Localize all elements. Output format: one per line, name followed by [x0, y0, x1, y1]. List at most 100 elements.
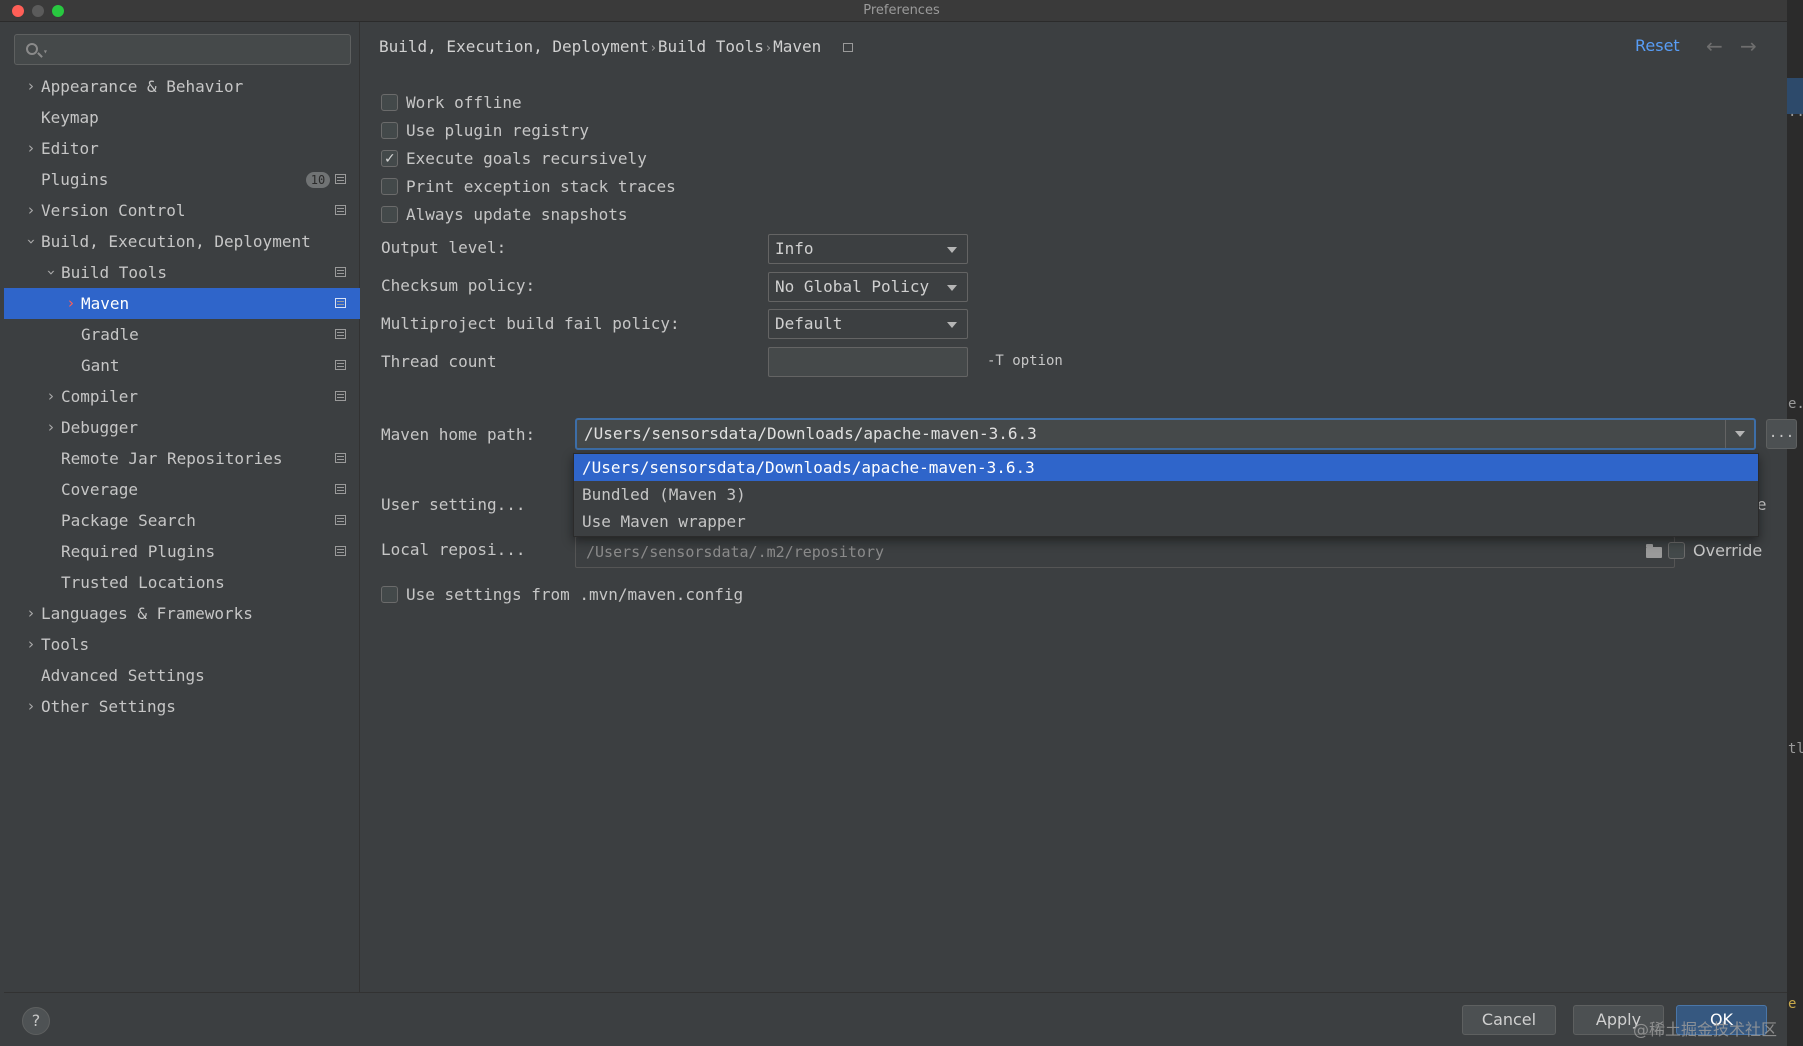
sidebar-item-advanced-settings[interactable]: Advanced Settings [4, 660, 360, 691]
maven-home-path-combobox[interactable]: /Users/sensorsdata/Downloads/apache-mave… [575, 418, 1756, 450]
checkbox-label: Use plugin registry [406, 121, 590, 140]
checksum-policy-value: No Global Policy [775, 277, 930, 296]
checkbox[interactable] [381, 178, 398, 195]
project-settings-icon [335, 360, 346, 370]
checkbox-checked[interactable] [381, 148, 398, 170]
sidebar-item-languages-frameworks[interactable]: › Languages & Frameworks [4, 598, 360, 629]
background-window-text: tl [1788, 741, 1803, 757]
chevron-down-icon[interactable] [1735, 431, 1745, 437]
sidebar-item-label: Version Control [41, 201, 186, 220]
local-repository-value: /Users/sensorsdata/.m2/repository [586, 543, 885, 561]
back-arrow-icon[interactable]: ← [1706, 34, 1723, 58]
sidebar-item-label: Other Settings [41, 697, 176, 716]
help-button[interactable]: ? [22, 1007, 50, 1035]
sidebar-item-gradle[interactable]: Gradle [4, 319, 360, 350]
sidebar-item-debugger[interactable]: › Debugger [4, 412, 360, 443]
chevron-down-icon: ▾ [43, 47, 48, 56]
fail-policy-label: Multiproject build fail policy: [381, 314, 680, 333]
fail-policy-select[interactable]: Default [768, 309, 968, 339]
sidebar-item-remote-jar-repositories[interactable]: Remote Jar Repositories [4, 443, 360, 474]
sidebar-item-label: Gant [81, 356, 120, 375]
local-repository-field[interactable]: /Users/sensorsdata/.m2/repository [575, 536, 1675, 568]
sidebar-item-label: Package Search [61, 511, 196, 530]
override-label: Override [1693, 541, 1763, 560]
settings-search[interactable]: ▾ [14, 34, 351, 65]
sidebar-item-compiler[interactable]: › Compiler [4, 381, 360, 412]
dropdown-option[interactable]: Bundled (Maven 3) [574, 481, 1758, 508]
sidebar-item-plugins[interactable]: Plugins 10 [4, 164, 360, 195]
breadcrumb-item: Build Tools [657, 37, 764, 56]
breadcrumb-separator-icon: › [765, 41, 772, 56]
sidebar-item-version-control[interactable]: › Version Control [4, 195, 360, 226]
checkbox[interactable] [381, 206, 398, 223]
sidebar-item-keymap[interactable]: Keymap [4, 102, 360, 133]
chevron-right-icon[interactable]: › [24, 133, 38, 164]
project-settings-icon [335, 329, 346, 339]
chevron-right-icon[interactable]: › [44, 381, 58, 412]
sidebar-item-label: Debugger [61, 418, 139, 437]
sidebar-item-other-settings[interactable]: › Other Settings [4, 691, 360, 722]
forward-arrow-icon[interactable]: → [1740, 34, 1757, 58]
output-level-label: Output level: [381, 238, 507, 257]
chevron-right-icon[interactable]: › [24, 195, 38, 226]
background-window-text: e [1788, 996, 1797, 1012]
sidebar-item-build-execution-deployment[interactable]: › Build, Execution, Deployment [4, 226, 360, 257]
chevron-right-icon[interactable]: › [24, 598, 38, 629]
chevron-right-icon[interactable]: › [24, 629, 38, 660]
sidebar-item-label: Build Tools [61, 263, 167, 282]
checkbox[interactable] [1668, 542, 1685, 559]
sidebar-item-label: Trusted Locations [61, 573, 225, 592]
checkbox[interactable] [381, 586, 398, 603]
checksum-policy-label: Checksum policy: [381, 276, 536, 295]
sidebar-item-build-tools[interactable]: › Build Tools [4, 257, 360, 288]
sidebar-item-label: Remote Jar Repositories [61, 449, 283, 468]
chevron-right-icon[interactable]: › [64, 288, 78, 319]
sidebar-item-required-plugins[interactable]: Required Plugins [4, 536, 360, 567]
title-bar: Preferences [0, 0, 1803, 22]
sidebar-item-label: Editor [41, 139, 99, 158]
sidebar-item-label: Plugins [41, 170, 109, 189]
sidebar-item-label: Required Plugins [61, 542, 216, 561]
sidebar-item-coverage[interactable]: Coverage [4, 474, 360, 505]
sidebar-item-appearance-behavior[interactable]: › Appearance & Behavior [4, 71, 360, 102]
checkbox-label: Use settings from .mvn/maven.config [406, 585, 744, 604]
maven-home-path-value[interactable]: /Users/sensorsdata/Downloads/apache-mave… [584, 424, 1037, 443]
dropdown-option[interactable]: /Users/sensorsdata/Downloads/apache-mave… [574, 454, 1758, 481]
thread-count-label: Thread count [381, 352, 497, 371]
chevron-right-icon[interactable]: › [24, 71, 38, 102]
output-level-select[interactable]: Info [768, 234, 968, 264]
reset-link[interactable]: Reset [1635, 36, 1680, 55]
thread-count-hint: -T option [987, 353, 1063, 369]
sidebar-item-maven[interactable]: › Maven [4, 288, 360, 319]
sidebar-item-package-search[interactable]: Package Search [4, 505, 360, 536]
checkbox-label: Execute goals recursively [406, 149, 647, 168]
background-window [1787, 0, 1803, 1046]
chevron-down-icon [947, 247, 957, 253]
dropdown-option[interactable]: Use Maven wrapper [574, 508, 1758, 535]
thread-count-input[interactable] [768, 347, 968, 377]
background-window-text: ..a [1788, 104, 1803, 120]
project-settings-icon [335, 546, 346, 556]
folder-icon[interactable] [1646, 544, 1662, 558]
maven-home-label: Maven home path: [381, 425, 536, 444]
project-settings-icon [335, 267, 346, 277]
sidebar-item-tools[interactable]: › Tools [4, 629, 360, 660]
checkbox-label: Print exception stack traces [406, 177, 676, 196]
output-level-value: Info [775, 239, 814, 258]
checksum-policy-select[interactable]: No Global Policy [768, 272, 968, 302]
chevron-right-icon[interactable]: › [44, 412, 58, 443]
checkbox[interactable] [381, 94, 398, 111]
sidebar-item-trusted-locations[interactable]: Trusted Locations [4, 567, 360, 598]
sidebar-item-label: Gradle [81, 325, 139, 344]
sidebar-item-gant[interactable]: Gant [4, 350, 360, 381]
cancel-button[interactable]: Cancel [1462, 1005, 1556, 1035]
sidebar-item-label: Languages & Frameworks [41, 604, 253, 623]
local-repository-label: Local reposi... [381, 540, 526, 559]
sidebar-item-editor[interactable]: › Editor [4, 133, 360, 164]
search-input[interactable] [55, 39, 345, 61]
sidebar-item-label: Compiler [61, 387, 139, 406]
chevron-right-icon[interactable]: › [24, 691, 38, 722]
fail-policy-value: Default [775, 314, 843, 333]
browse-maven-home-button[interactable]: ... [1766, 419, 1797, 449]
checkbox[interactable] [381, 122, 398, 139]
